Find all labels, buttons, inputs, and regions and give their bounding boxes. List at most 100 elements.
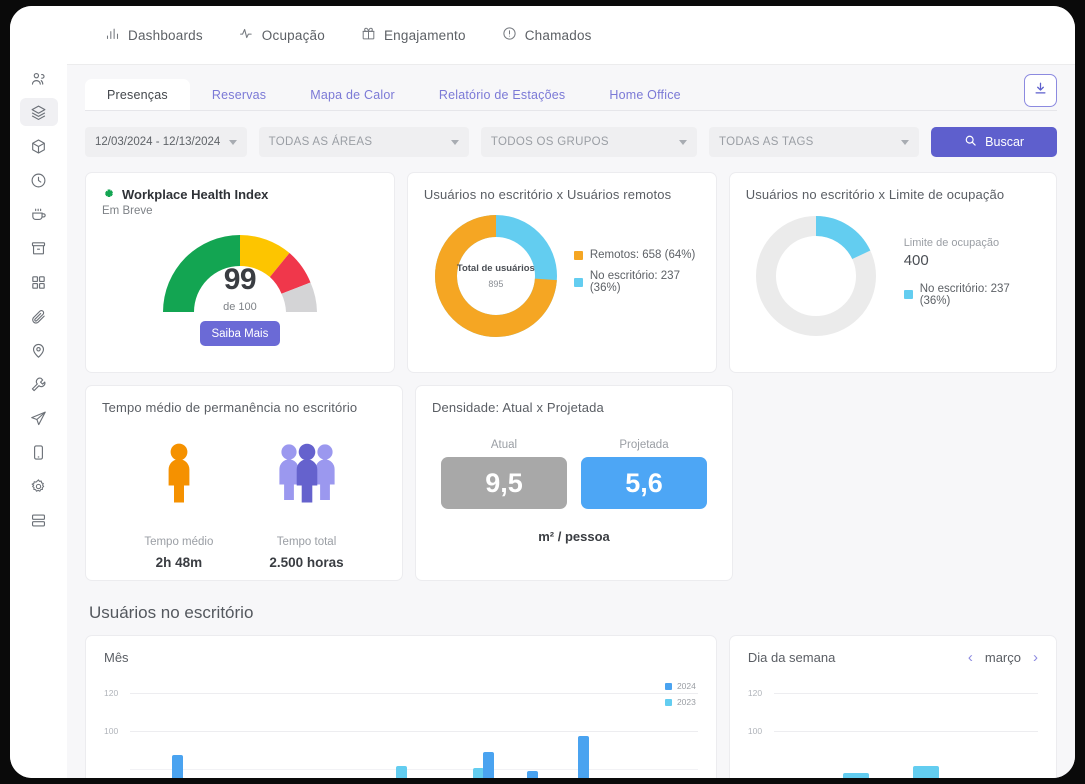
donut-row: Total de usuários 895 Remotos: 658 (64%) [424, 210, 700, 342]
chevron-right-icon[interactable]: › [1033, 650, 1038, 665]
bar-2024 [526, 771, 538, 778]
nav-label: Ocupação [261, 27, 325, 43]
donut-row: Limite de ocupação 400 No escritório: 23… [746, 210, 1040, 342]
activity-icon [239, 26, 254, 44]
download-button[interactable] [1024, 74, 1057, 107]
tab-home-office[interactable]: Home Office [587, 79, 702, 111]
tab-presencas[interactable]: Presenças [85, 79, 190, 111]
sidebar-item-pausas[interactable] [20, 200, 58, 228]
sidebar-item-convites[interactable] [20, 404, 58, 432]
search-button[interactable]: Buscar [931, 127, 1058, 157]
limit-label: Limite de ocupação [903, 236, 1000, 249]
density-value: 5,6 [625, 467, 663, 498]
sidebar-item-recursos[interactable] [20, 132, 58, 160]
month-name: março [984, 650, 1021, 665]
server-icon [30, 512, 47, 529]
nav-label: Engajamento [383, 27, 466, 43]
areas-select[interactable]: TODAS AS ÁREAS [258, 127, 469, 157]
chevron-down-icon [228, 139, 237, 145]
nav-item-dashboards[interactable]: Dashboards [105, 26, 203, 44]
card-title: Densidade: Atual x Projetada [432, 400, 604, 415]
nav-item-engajamento[interactable]: Engajamento [361, 26, 466, 44]
tab-relatorio-de-estacoes[interactable]: Relatório de Estações [417, 79, 588, 111]
nav-item-ocupacao[interactable]: Ocupação [239, 26, 325, 44]
bar-2024 [483, 752, 495, 778]
y-tick-label: 100 [747, 726, 763, 736]
bar-2023 [912, 766, 939, 778]
saiba-mais-button[interactable]: Saiba Mais [199, 321, 280, 346]
nav-label: Dashboards [128, 27, 203, 43]
search-button-label: Buscar [985, 135, 1025, 149]
donut-center-value: 895 [488, 279, 504, 289]
limit-legend: Limite de ocupação 400 No escritório: 23… [903, 236, 1040, 316]
month-selector: ‹ março › [968, 650, 1038, 665]
sidebar-item-sistema[interactable] [20, 506, 58, 534]
limit-donut-chart [750, 210, 882, 342]
bar-2024 [172, 755, 184, 778]
archive-icon [30, 240, 47, 257]
whi-of-label: de 100 [223, 301, 257, 313]
chart-header: Mês [104, 650, 698, 665]
chevron-left-icon[interactable]: ‹ [968, 650, 973, 665]
people-row: Tempo médio 2h 48m Tempo total 2.500 hor… [102, 443, 386, 570]
sidebar-item-dashboards[interactable] [19, 98, 58, 126]
tab-reservas[interactable]: Reservas [190, 79, 288, 111]
whi-value: 99 [223, 263, 257, 296]
chart-title: Mês [104, 650, 129, 665]
sidebar-item-users[interactable] [20, 64, 58, 92]
sidebar-item-horarios[interactable] [20, 166, 58, 194]
grupos-select[interactable]: TODOS OS GRUPOS [480, 127, 697, 157]
sidebar-item-estacoes[interactable] [20, 268, 58, 296]
sidebar-item-app[interactable] [20, 438, 58, 466]
legend-label: No escritório: 237 (36%) [589, 270, 680, 294]
weekday-chart-plot: 120 100 [748, 679, 1038, 778]
tab-label: Home Office [609, 88, 681, 102]
chevron-down-icon [901, 139, 910, 145]
section-title: Usuários no escritório [89, 603, 254, 622]
month-chart-legend: 2024 2023 [664, 681, 696, 713]
gift-icon [361, 26, 376, 44]
legend-swatch [573, 250, 583, 260]
tags-value: TODAS AS TAGS [719, 136, 814, 148]
download-icon [1033, 81, 1048, 101]
sidebar-item-locais[interactable] [20, 336, 58, 364]
legend-item: No escritório: 237 (36%) [903, 283, 1040, 307]
tab-mapa-de-calor[interactable]: Mapa de Calor [288, 79, 417, 111]
chart-title: Dia da semana [747, 650, 836, 665]
remote-legend: Remotos: 658 (64%) No escritório: 237 (3… [573, 249, 700, 303]
areas-value: TODAS AS ÁREAS [268, 136, 373, 148]
saiba-mais-label: Saiba Mais [211, 327, 269, 340]
map-pin-icon [30, 342, 47, 359]
workplace-health-index-card: Workplace Health Index Em Breve 99 de 10… [85, 172, 395, 373]
legend-item: No escritório: 237 (36%) [573, 270, 700, 294]
total-time-metric: Tempo total 2.500 horas [269, 443, 344, 570]
y-tick-label: 120 [747, 688, 763, 698]
density-label: Atual [490, 439, 518, 451]
tab-label: Mapa de Calor [310, 88, 395, 102]
tab-label: Presenças [107, 88, 168, 102]
sidebar-item-anexos[interactable] [20, 302, 58, 330]
coffee-icon [30, 206, 47, 223]
month-bars [132, 679, 694, 778]
sidebar-item-manutencao[interactable] [20, 370, 58, 398]
nav-item-chamados[interactable]: Chamados [502, 26, 592, 44]
tags-select[interactable]: TODAS AS TAGS [709, 127, 920, 157]
average-time-metric: Tempo médio 2h 48m [144, 443, 213, 570]
donut-svg [755, 216, 876, 336]
legend-item: 2024 [664, 681, 696, 691]
content-area: Presenças Reservas Mapa de Calor Relatór… [67, 64, 1075, 778]
app-window: Dashboards Ocupação Engajamento Chamados [10, 6, 1075, 778]
density-card: Densidade: Atual x Projetada Atual 9,5 P… [415, 385, 733, 581]
health-cross-icon [102, 188, 116, 202]
sidebar-item-arquivos[interactable] [20, 234, 58, 262]
date-range-select[interactable]: 12/03/2024 - 12/13/2024 [85, 127, 247, 157]
density-value: 9,5 [485, 467, 523, 498]
card-title: Tempo médio de permanência no escritório [102, 400, 358, 415]
legend-swatch [573, 277, 583, 287]
legend-item: 2023 [664, 697, 696, 707]
legend-swatch [664, 698, 672, 706]
sidebar-item-configuracoes[interactable] [20, 472, 58, 500]
y-tick-label: 120 [104, 688, 119, 698]
density-label: Projetada [619, 439, 669, 451]
tab-bar: Presenças Reservas Mapa de Calor Relatór… [85, 74, 1057, 111]
